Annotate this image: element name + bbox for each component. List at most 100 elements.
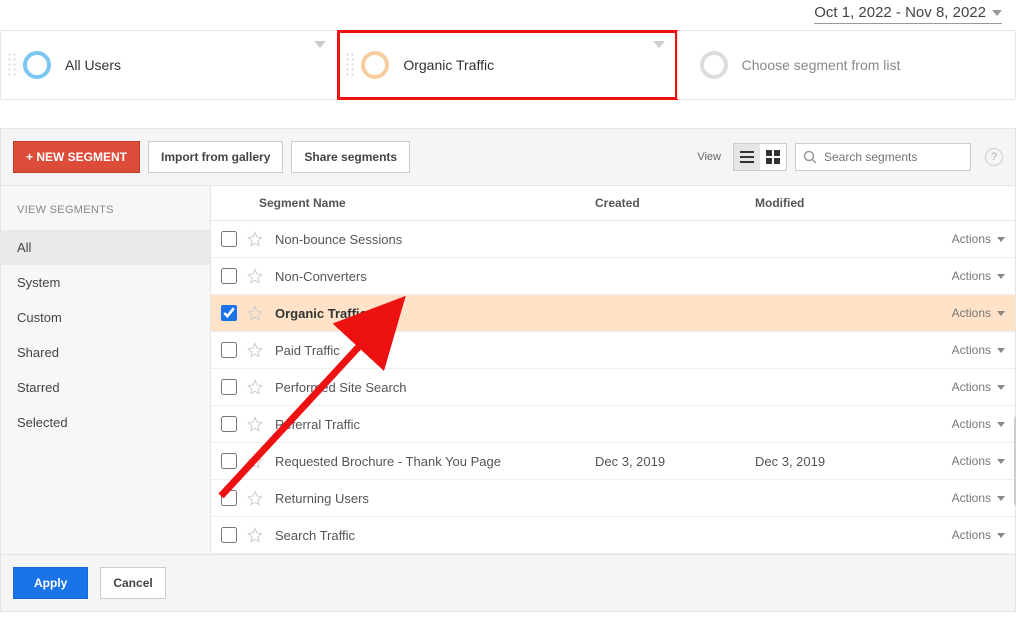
sidebar-item-custom[interactable]: Custom <box>1 300 210 335</box>
help-button[interactable]: ? <box>985 148 1003 166</box>
segment-ring-icon <box>700 51 728 79</box>
actions-label: Actions <box>952 528 991 542</box>
actions-label: Actions <box>952 380 991 394</box>
actions-label: Actions <box>952 269 991 283</box>
sidebar-heading: VIEW SEGMENTS <box>1 200 210 230</box>
segment-name: Organic Traffic <box>275 306 595 321</box>
table-row: Organic Traffic Actions <box>211 295 1015 332</box>
star-icon[interactable] <box>247 268 263 284</box>
actions-label: Actions <box>952 232 991 246</box>
import-gallery-button[interactable]: Import from gallery <box>148 141 283 173</box>
share-segments-button[interactable]: Share segments <box>291 141 410 173</box>
star-icon[interactable] <box>247 490 263 506</box>
chevron-down-icon <box>997 496 1005 501</box>
row-actions-menu[interactable]: Actions <box>915 528 1005 542</box>
star-icon[interactable] <box>247 416 263 432</box>
table-row: Requested Brochure - Thank You PageDec 3… <box>211 443 1015 480</box>
view-grid-button[interactable] <box>760 144 786 170</box>
row-checkbox[interactable] <box>221 490 237 506</box>
table-row: Non-Converters Actions <box>211 258 1015 295</box>
sidebar-item-selected[interactable]: Selected <box>1 405 210 440</box>
sidebar-item-system[interactable]: System <box>1 265 210 300</box>
sidebar-item-shared[interactable]: Shared <box>1 335 210 370</box>
actions-label: Actions <box>952 417 991 431</box>
list-icon <box>740 151 754 163</box>
row-checkbox[interactable] <box>221 379 237 395</box>
chevron-down-icon <box>992 10 1002 16</box>
segment-name: Returning Users <box>275 491 595 506</box>
row-actions-menu[interactable]: Actions <box>915 306 1005 320</box>
row-checkbox[interactable] <box>221 453 237 469</box>
row-actions-menu[interactable]: Actions <box>915 343 1005 357</box>
segment-name: Referral Traffic <box>275 417 595 432</box>
row-checkbox[interactable] <box>221 527 237 543</box>
segment-grid: Segment Name Created Modified Non-bounce… <box>211 186 1015 554</box>
chevron-down-icon <box>997 274 1005 279</box>
grid-icon <box>766 150 780 164</box>
star-icon[interactable] <box>247 231 263 247</box>
sidebar-item-starred[interactable]: Starred <box>1 370 210 405</box>
row-checkbox[interactable] <box>221 305 237 321</box>
chevron-down-icon <box>997 311 1005 316</box>
row-checkbox[interactable] <box>221 416 237 432</box>
new-segment-button[interactable]: + NEW SEGMENT <box>13 141 140 173</box>
panel-footer: Apply Cancel <box>1 554 1015 611</box>
row-actions-menu[interactable]: Actions <box>915 269 1005 283</box>
table-row: Returning Users Actions <box>211 480 1015 517</box>
chevron-down-icon <box>997 459 1005 464</box>
table-row: Performed Site Search Actions <box>211 369 1015 406</box>
chevron-down-icon <box>997 348 1005 353</box>
grid-header: Segment Name Created Modified <box>211 186 1015 221</box>
segment-name: Paid Traffic <box>275 343 595 358</box>
segment-chip-label: All Users <box>65 57 121 73</box>
drag-handle-icon <box>345 52 355 78</box>
row-actions-menu[interactable]: Actions <box>915 417 1005 431</box>
table-row: Referral Traffic Actions <box>211 406 1015 443</box>
cancel-button[interactable]: Cancel <box>100 567 165 599</box>
star-icon[interactable] <box>247 453 263 469</box>
date-range-picker[interactable]: Oct 1, 2022 - Nov 8, 2022 <box>814 4 1002 24</box>
view-list-button[interactable] <box>734 144 760 170</box>
col-header-name: Segment Name <box>259 196 595 210</box>
segment-name: Requested Brochure - Thank You Page <box>275 454 595 469</box>
star-icon[interactable] <box>247 379 263 395</box>
col-header-modified: Modified <box>755 196 915 210</box>
row-checkbox[interactable] <box>221 231 237 247</box>
segment-name: Performed Site Search <box>275 380 595 395</box>
search-icon <box>803 150 817 164</box>
chevron-down-icon <box>997 385 1005 390</box>
actions-label: Actions <box>952 306 991 320</box>
row-actions-menu[interactable]: Actions <box>915 491 1005 505</box>
date-range-label: Oct 1, 2022 - Nov 8, 2022 <box>814 4 986 21</box>
sidebar-item-all[interactable]: All <box>1 230 210 265</box>
drag-handle-icon <box>7 52 17 78</box>
row-actions-menu[interactable]: Actions <box>915 232 1005 246</box>
segment-toolbar: + NEW SEGMENT Import from gallery Share … <box>1 129 1015 185</box>
table-row: Non-bounce SessionsActions <box>211 221 1015 258</box>
segment-chip-organic-traffic[interactable]: Organic Traffic <box>338 31 676 99</box>
chevron-down-icon <box>314 41 326 48</box>
segment-panel: + NEW SEGMENT Import from gallery Share … <box>0 128 1016 612</box>
segment-chip-choose[interactable]: Choose segment from list <box>677 31 1015 99</box>
actions-label: Actions <box>952 343 991 357</box>
apply-button[interactable]: Apply <box>13 567 88 599</box>
row-actions-menu[interactable]: Actions <box>915 380 1005 394</box>
segment-chip-all-users[interactable]: All Users <box>1 31 338 99</box>
actions-label: Actions <box>952 454 991 468</box>
table-row: Search TrafficActions <box>211 517 1015 554</box>
segment-name: Non-Converters <box>275 269 595 284</box>
segment-sidebar: VIEW SEGMENTS AllSystemCustomSharedStarr… <box>1 186 211 554</box>
search-input[interactable] <box>795 143 971 171</box>
row-checkbox[interactable] <box>221 342 237 358</box>
segment-ring-icon <box>361 51 389 79</box>
star-icon[interactable] <box>247 342 263 358</box>
view-label: View <box>697 151 721 163</box>
row-checkbox[interactable] <box>221 268 237 284</box>
star-icon[interactable] <box>247 527 263 543</box>
segment-ring-icon <box>23 51 51 79</box>
segment-chip-label: Organic Traffic <box>403 57 494 73</box>
row-actions-menu[interactable]: Actions <box>915 454 1005 468</box>
star-icon[interactable] <box>247 305 263 321</box>
segment-chip-label: Choose segment from list <box>742 57 901 73</box>
col-header-created: Created <box>595 196 755 210</box>
